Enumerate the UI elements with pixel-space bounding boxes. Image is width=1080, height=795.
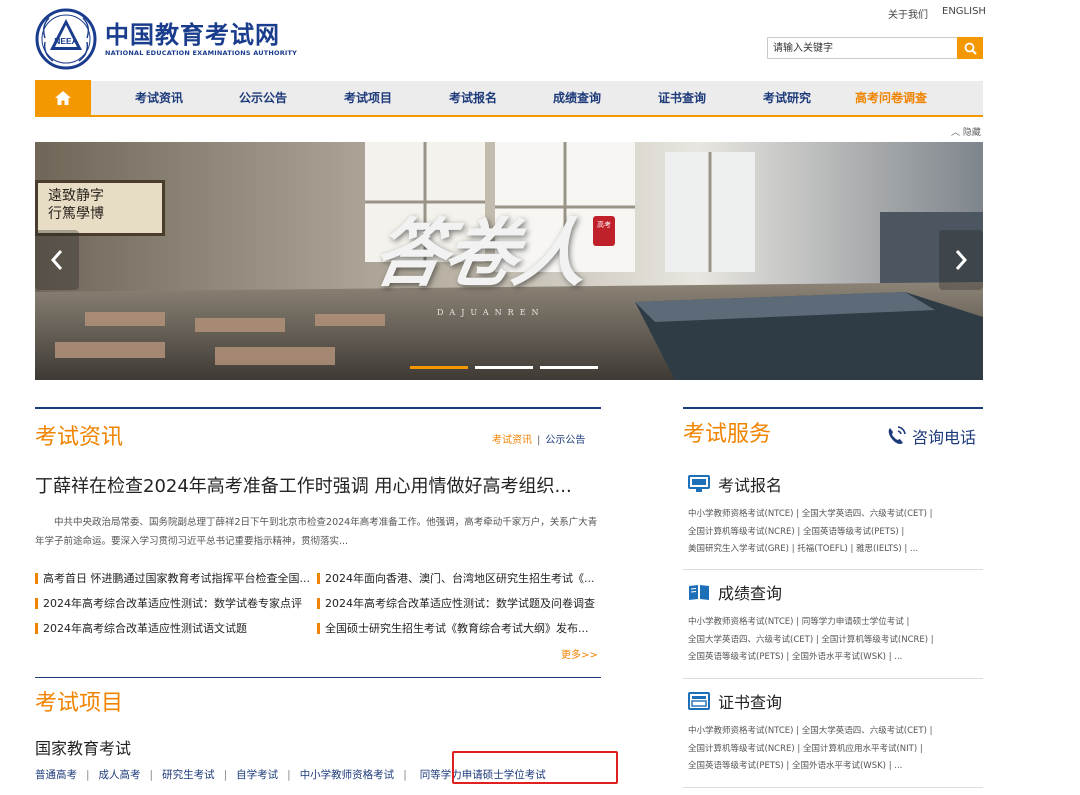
- news-top-rule: [35, 407, 601, 409]
- service-line[interactable]: 中小学教师资格考试(NTCE) | 全国大学英语四、六级考试(CET) |: [688, 723, 983, 741]
- service-divider: [683, 569, 983, 570]
- about-link[interactable]: 关于我们: [888, 6, 928, 21]
- service-line[interactable]: 中小学教师资格考试(NTCE) | 全国大学英语四、六级考试(CET) |: [688, 506, 983, 524]
- service-line[interactable]: 中小学教师资格考试(NTCE) | 同等学力申请硕士学位考试 |: [688, 614, 983, 632]
- consult-phone-link[interactable]: 咨询电话: [885, 424, 976, 448]
- book-icon: [689, 585, 709, 600]
- main-nav: 考试资讯 公示公告 考试项目 考试报名 成绩查询 证书查询 考试研究 高考问卷调…: [35, 80, 983, 117]
- hero-banner[interactable]: 遠致静字 行篤學博 答卷人 高考 DAJUANREN: [35, 142, 983, 380]
- news-more-link[interactable]: 更多>>: [561, 646, 598, 661]
- nav-item-registration[interactable]: 考试报名: [449, 81, 497, 115]
- service-divider: [683, 678, 983, 679]
- nav-home-button[interactable]: [35, 80, 91, 116]
- service-divider: [683, 787, 983, 788]
- search-bar: [767, 37, 983, 59]
- link-adult-exam[interactable]: 成人高考: [99, 769, 141, 781]
- monitor-icon: [688, 475, 710, 492]
- nav-item-exam-projects[interactable]: 考试项目: [344, 81, 392, 115]
- chevron-right-icon: [955, 250, 968, 270]
- service-title-registration[interactable]: 考试报名: [718, 472, 782, 496]
- service-line[interactable]: 全国计算机等级考试(NCRE) | 全国计算机应用水平考试(NIT) |: [688, 741, 983, 759]
- service-score-query: 成绩查询 中小学教师资格考试(NTCE) | 同等学力申请硕士学位考试 | 全国…: [688, 580, 983, 667]
- site-logo[interactable]: NEEA 中国教育考试网 NATIONAL EDUCATION EXAMINAT…: [35, 8, 297, 70]
- news-tabs: 考试资讯 | 公示公告: [492, 435, 586, 446]
- logo-title: 中国教育考试网: [105, 21, 280, 49]
- banner-pagination: [410, 366, 598, 369]
- logo-subtitle: NATIONAL EDUCATION EXAMINATIONS AUTHORIT…: [105, 49, 298, 57]
- news-headline[interactable]: 丁薛祥在检查2024年高考准备工作时强调 用心用情做好高考组织...: [35, 472, 595, 498]
- svg-text:NEEA: NEEA: [54, 36, 78, 46]
- projects-section-title: 考试项目: [35, 691, 124, 716]
- hide-label: 隐藏: [962, 128, 981, 138]
- nav-item-certificate-query[interactable]: 证书查询: [658, 81, 706, 115]
- service-title-score-query[interactable]: 成绩查询: [718, 580, 782, 604]
- service-line[interactable]: 全国英语等级考试(PETS) | 全国外语水平考试(WSK) | ...: [688, 649, 983, 667]
- news-section-title: 考试资讯: [35, 425, 124, 450]
- list-item[interactable]: 全国硕士研究生招生考试《教育综合考试大纲》发布...: [317, 620, 601, 636]
- home-icon: [55, 91, 71, 105]
- banner-pinyin: DAJUANREN: [437, 308, 545, 317]
- service-line[interactable]: 全国英语等级考试(PETS) | 全国外语水平考试(WSK) | ...: [688, 758, 983, 776]
- nav-item-survey[interactable]: 高考问卷调查: [855, 81, 927, 115]
- chevron-left-icon: [50, 250, 63, 270]
- service-certificate-query: 证书查询 中小学教师资格考试(NTCE) | 全国大学英语四、六级考试(CET)…: [688, 689, 983, 776]
- news-summary: 中共中央政治局常委、国务院副总理丁薛祥2日下午到北京市检查2024年高考准备工作…: [35, 517, 598, 547]
- calligraphy-frame: 遠致静字 行篤學博: [35, 180, 165, 236]
- search-button[interactable]: [957, 37, 983, 59]
- service-line[interactable]: 全国大学英语四、六级考试(CET) | 全国计算机等级考试(NCRE) |: [688, 632, 983, 650]
- tab-exam-news[interactable]: 考试资讯: [492, 435, 532, 446]
- search-input[interactable]: [767, 37, 957, 59]
- chevron-up-icon: ︿: [951, 128, 961, 138]
- hide-banner-toggle[interactable]: ︿ 隐藏: [951, 125, 981, 138]
- list-item[interactable]: 2024年高考综合改革适应性测试：数学试卷专家点评: [35, 595, 311, 611]
- neea-emblem-icon: NEEA: [35, 8, 97, 70]
- service-registration: 考试报名 中小学教师资格考试(NTCE) | 全国大学英语四、六级考试(CET)…: [688, 472, 983, 559]
- nav-item-score-query[interactable]: 成绩查询: [553, 81, 601, 115]
- certificate-icon: [688, 692, 710, 710]
- tab-announcements[interactable]: 公示公告: [545, 435, 585, 446]
- service-title-certificate-query[interactable]: 证书查询: [718, 689, 782, 713]
- english-link[interactable]: ENGLISH: [942, 6, 986, 21]
- list-item[interactable]: 高考首日 怀进鹏通过国家教育考试指挥平台检查全国...: [35, 570, 311, 586]
- nav-item-announcements[interactable]: 公示公告: [239, 81, 287, 115]
- link-self-study-exam[interactable]: 自学考试: [236, 769, 278, 781]
- service-line[interactable]: 全国计算机等级考试(NCRE) | 全国英语等级考试(PETS) |: [688, 524, 983, 542]
- banner-title: 答卷人: [366, 211, 592, 297]
- banner-prev-button[interactable]: [35, 230, 79, 290]
- search-icon: [964, 42, 977, 55]
- banner-seal: 高考: [593, 216, 615, 246]
- link-gaokao[interactable]: 普通高考: [35, 769, 77, 781]
- services-top-rule: [683, 407, 983, 409]
- services-section-title: 考试服务: [683, 422, 772, 447]
- link-graduate-exam[interactable]: 研究生考试: [162, 769, 215, 781]
- top-links: 关于我们 ENGLISH: [888, 6, 986, 21]
- banner-next-button[interactable]: [939, 230, 983, 290]
- phone-icon: [888, 426, 906, 444]
- highlight-annotation-box: [452, 751, 618, 784]
- nav-item-exam-research[interactable]: 考试研究: [763, 81, 811, 115]
- list-item[interactable]: 2024年高考综合改革适应性测试：数学试题及问卷调查: [317, 595, 601, 611]
- phone-label: 咨询电话: [912, 428, 977, 447]
- list-item[interactable]: 2024年高考综合改革适应性测试语文试题: [35, 620, 311, 636]
- section-divider: [35, 677, 601, 678]
- banner-dot-3[interactable]: [540, 366, 598, 369]
- banner-dot-2[interactable]: [475, 366, 533, 369]
- nav-item-exam-news[interactable]: 考试资讯: [135, 81, 183, 115]
- banner-dot-1[interactable]: [410, 366, 468, 369]
- link-teacher-cert-exam[interactable]: 中小学教师资格考试: [300, 769, 395, 781]
- projects-subtitle: 国家教育考试: [35, 739, 132, 758]
- list-item[interactable]: 2024年面向香港、澳门、台湾地区研究生招生考试《...: [317, 570, 601, 586]
- service-line[interactable]: 美国研究生入学考试(GRE) | 托福(TOEFL) | 雅思(IELTS) |…: [688, 541, 983, 559]
